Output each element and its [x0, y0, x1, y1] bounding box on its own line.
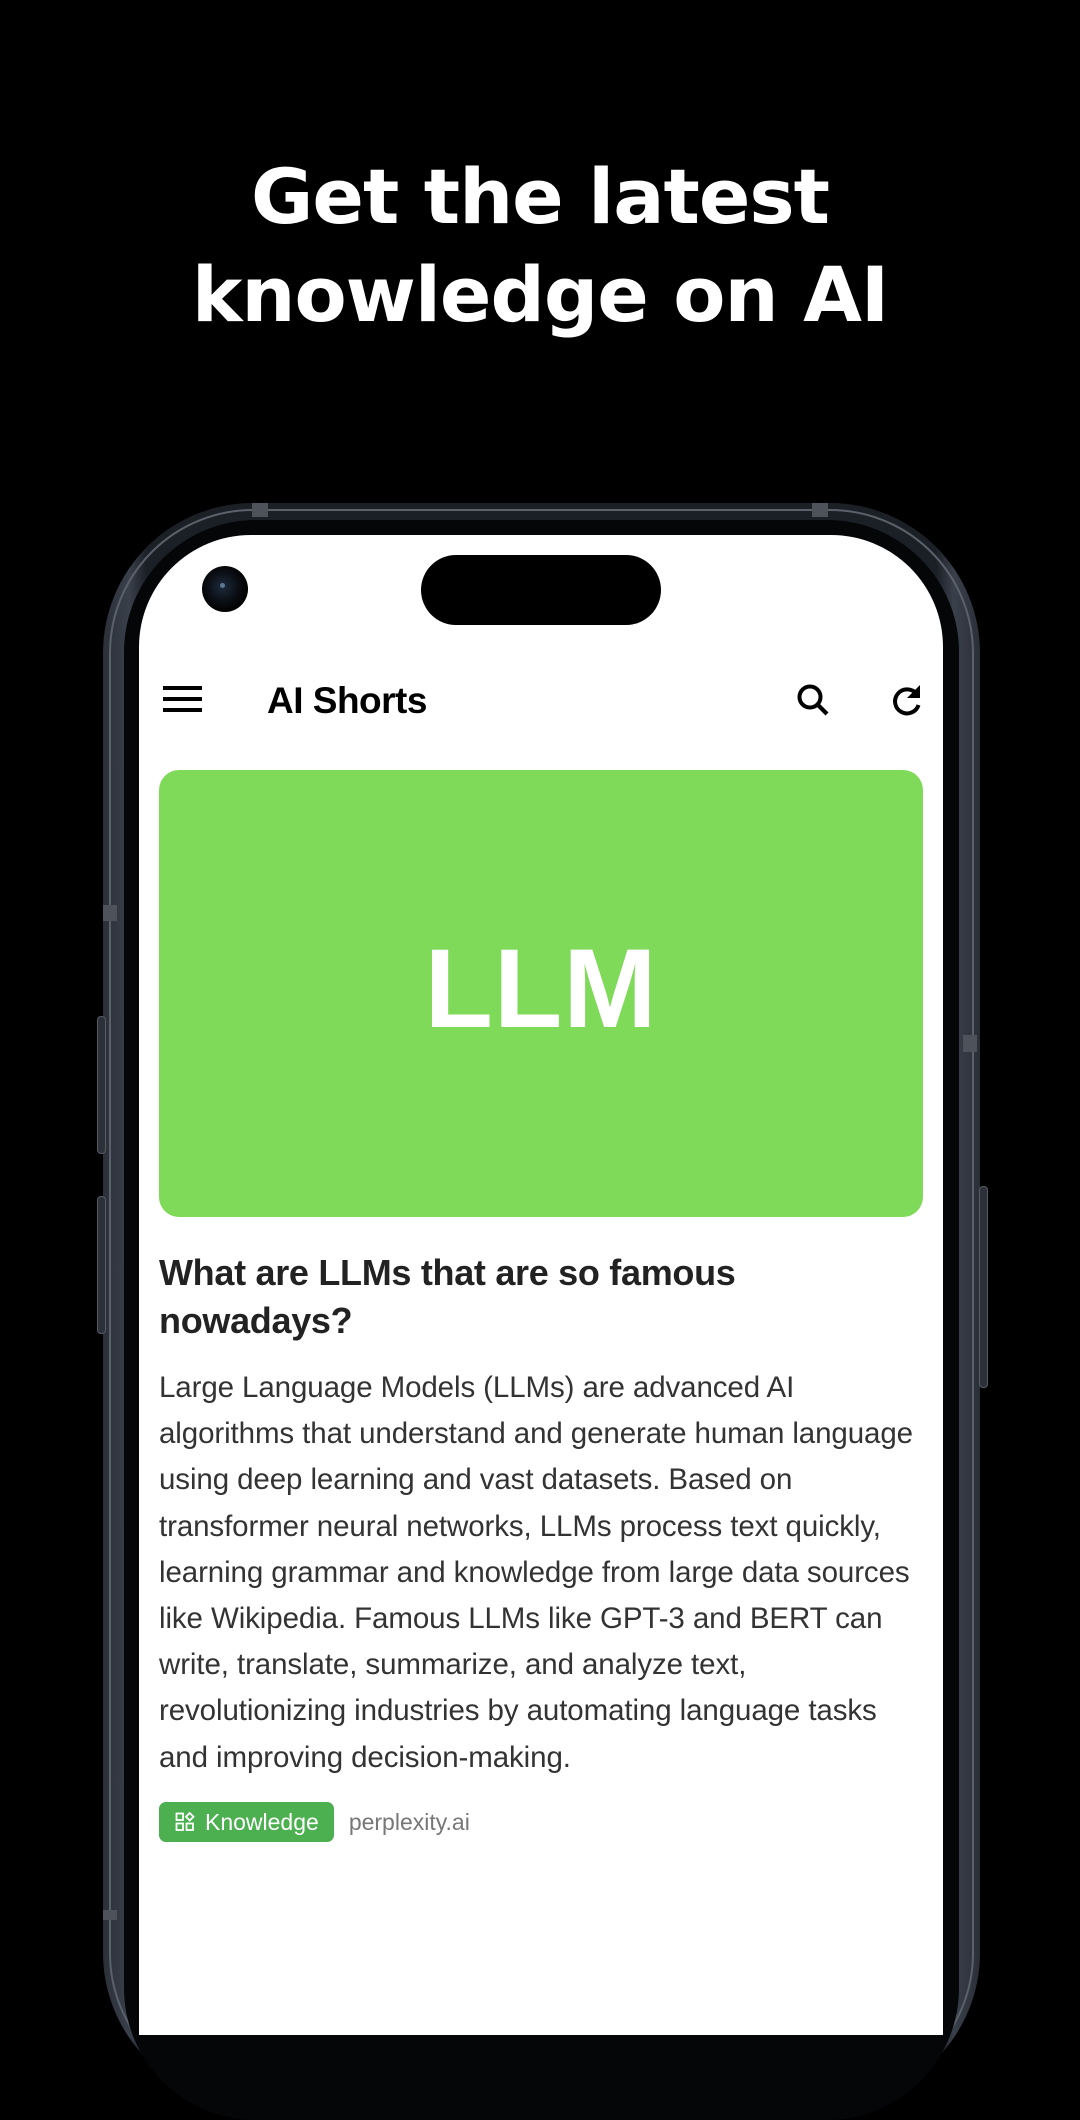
antenna-band: [812, 503, 828, 517]
article-body: Large Language Models (LLMs) are advance…: [159, 1371, 913, 1774]
volume-down-button: [97, 1196, 106, 1334]
category-label: Knowledge: [205, 1808, 319, 1835]
antenna-band: [103, 905, 117, 921]
article-title: What are LLMs that are so famous nowaday…: [159, 1252, 736, 1341]
category-chip[interactable]: Knowledge: [159, 1802, 334, 1842]
refresh-button[interactable]: [884, 678, 930, 724]
app-bar: AI Shorts: [139, 672, 943, 728]
antenna-band: [252, 503, 268, 517]
article-hero-image[interactable]: LLM: [159, 770, 923, 1217]
volume-up-button: [97, 1016, 106, 1154]
front-camera-icon: [202, 566, 248, 612]
antenna-band: [963, 1035, 977, 1052]
article-meta: Knowledge perplexity.ai: [159, 1802, 470, 1842]
promo-headline: Get the latest knowledge on AI: [0, 148, 1080, 344]
hero-label: LLM: [424, 926, 658, 1051]
promo-headline-line2: knowledge on AI: [191, 250, 889, 339]
app-title: AI Shorts: [267, 680, 427, 721]
search-button[interactable]: [791, 678, 837, 724]
menu-button[interactable]: [163, 682, 203, 718]
refresh-icon: [893, 685, 921, 716]
antenna-band: [103, 1910, 117, 1920]
category-icon: [175, 1812, 195, 1831]
phone-screen: AI Shorts LLM What are LLMs that are so …: [139, 535, 943, 2035]
search-icon: [797, 684, 829, 716]
promo-headline-line1: Get the latest: [251, 152, 830, 241]
dynamic-island: [421, 555, 661, 625]
power-button: [979, 1186, 988, 1388]
article-source[interactable]: perplexity.ai: [349, 1809, 470, 1836]
